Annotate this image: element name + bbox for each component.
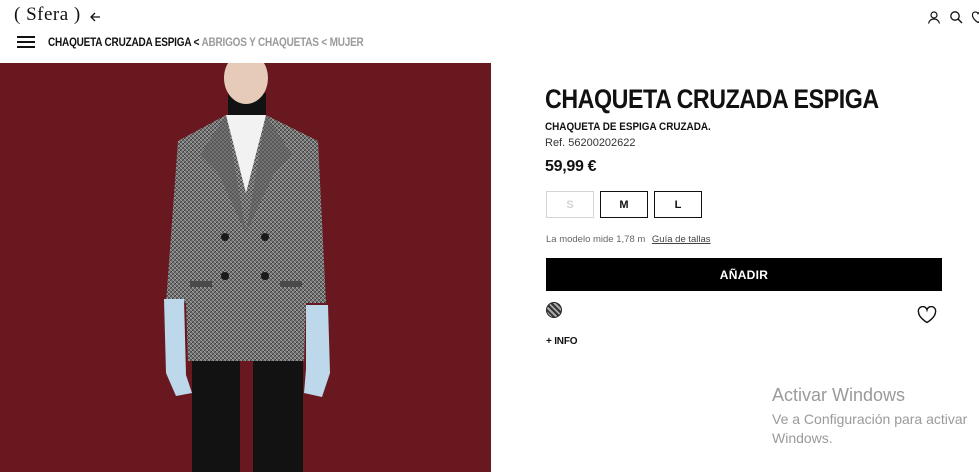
breadcrumb: CHAQUETA CRUZADA ESPIGA < ABRIGOS Y CHAQ…: [48, 37, 364, 50]
logo[interactable]: ( Sfera ): [14, 4, 81, 26]
product-subtitle: CHAQUETA DE ESPIGA CRUZADA.: [545, 121, 711, 133]
breadcrumb-current: CHAQUETA CRUZADA ESPIGA: [48, 37, 191, 50]
breadcrumb-separator: <: [318, 37, 330, 50]
size-option-m[interactable]: M: [600, 191, 648, 218]
more-info-link[interactable]: + INFO: [546, 336, 578, 347]
back-arrow-icon[interactable]: [89, 10, 101, 22]
product-price: 59,99 €: [545, 158, 597, 175]
watermark-title: Activar Windows: [772, 385, 906, 405]
model-height-text: La modelo mide 1,78 m: [546, 234, 646, 245]
search-icon[interactable]: [949, 10, 963, 24]
menu-icon[interactable]: [17, 36, 35, 48]
header-icons: [927, 10, 979, 24]
user-icon[interactable]: [927, 10, 941, 24]
add-to-cart-button[interactable]: AÑADIR: [546, 258, 942, 291]
wishlist-heart-icon[interactable]: [917, 305, 937, 324]
watermark-line: Ve a Configuración para activar: [772, 411, 968, 427]
size-option-s[interactable]: S: [546, 191, 594, 218]
size-selector: S M L: [546, 191, 702, 218]
breadcrumb-link-women[interactable]: MUJER: [330, 37, 364, 50]
model-info: La modelo mide 1,78 m Guía de tallas: [546, 234, 711, 245]
product-image[interactable]: [0, 63, 491, 472]
watermark-line: Windows.: [772, 430, 833, 446]
windows-activation-watermark: Activar Windows Ve a Configuración para …: [772, 385, 967, 448]
product-reference: Ref. 56200202622: [545, 137, 636, 149]
heart-icon[interactable]: [971, 10, 979, 24]
breadcrumb-separator: <: [191, 37, 202, 50]
product-title: CHAQUETA CRUZADA ESPIGA: [545, 84, 879, 114]
color-swatch[interactable]: [546, 302, 562, 318]
size-guide-link[interactable]: Guía de tallas: [652, 234, 711, 245]
breadcrumb-link-coats[interactable]: ABRIGOS Y CHAQUETAS: [201, 37, 319, 50]
size-option-l[interactable]: L: [654, 191, 702, 218]
